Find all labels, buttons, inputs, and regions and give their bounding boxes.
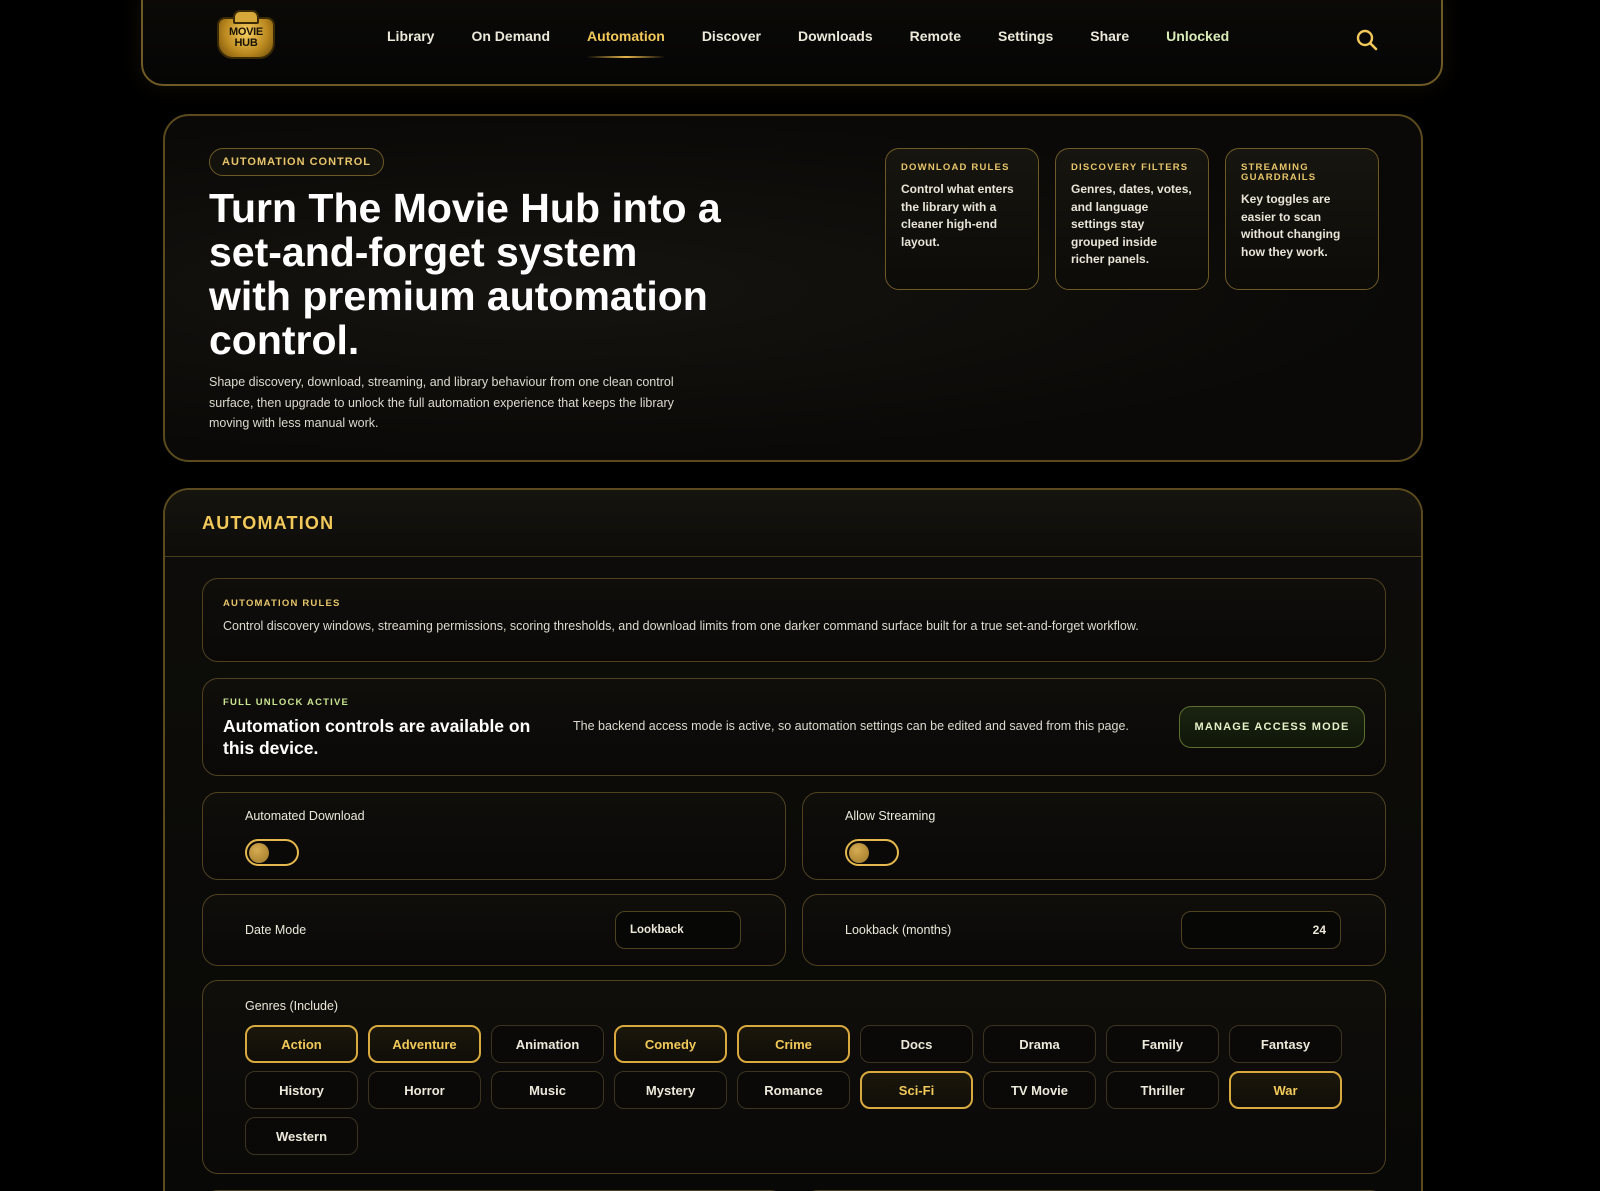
genres-include-label: Genres (Include) <box>245 999 339 1013</box>
genre-chip-mystery[interactable]: Mystery <box>614 1071 727 1109</box>
hero-section: AUTOMATION CONTROL Turn The Movie Hub in… <box>163 114 1423 462</box>
genre-chip-comedy[interactable]: Comedy <box>614 1025 727 1063</box>
nav-item-automation[interactable]: Automation <box>587 28 665 58</box>
genre-chip-music[interactable]: Music <box>491 1071 604 1109</box>
date-mode-card: Date Mode Lookback <box>202 894 786 966</box>
info-card-body: Key toggles are easier to scan without c… <box>1241 192 1341 259</box>
genre-chip-romance[interactable]: Romance <box>737 1071 850 1109</box>
genre-chip-western[interactable]: Western <box>245 1117 358 1155</box>
manage-access-mode-button[interactable]: MANAGE ACCESS MODE <box>1179 706 1365 748</box>
genre-chip-grid: Action Adventure Animation Comedy Crime Docs D… <box>245 1025 1345 1155</box>
genre-chip-horror[interactable]: Horror <box>368 1071 481 1109</box>
hero-pill: AUTOMATION CONTROL <box>209 148 384 176</box>
allow-streaming-label: Allow Streaming <box>845 809 936 823</box>
top-nav: MOVIE HUB Library On Demand Automation D… <box>141 0 1443 86</box>
allow-streaming-card: Allow Streaming <box>802 792 1386 880</box>
info-card-body: Genres, dates, votes, and language setti… <box>1071 182 1192 266</box>
nav-item-share[interactable]: Share <box>1090 28 1129 44</box>
lookback-months-input[interactable]: 24 <box>1181 911 1341 949</box>
logo-text: MOVIE HUB <box>229 26 263 49</box>
genres-include-card: Genres (Include) Action Adventure Animatio… <box>202 980 1386 1174</box>
automation-rules-card: AUTOMATION RULES Control discovery windo… <box>202 578 1386 662</box>
lookback-months-card: Lookback (months) 24 <box>802 894 1386 966</box>
nav-item-library[interactable]: Library <box>387 28 434 44</box>
automated-download-label: Automated Download <box>245 809 365 823</box>
hero-title: Turn The Movie Hub into a set-and-forget… <box>209 185 721 363</box>
genre-chip-animation[interactable]: Animation <box>491 1025 604 1063</box>
full-unlock-heading: Automation controls are available on thi… <box>223 716 531 758</box>
info-card-body: Control what enters the library with a c… <box>901 182 1014 249</box>
automated-download-card: Automated Download <box>202 792 786 880</box>
genre-chip-tv-movie[interactable]: TV Movie <box>983 1071 1096 1109</box>
lookback-months-label: Lookback (months) <box>845 923 952 937</box>
genre-chip-family[interactable]: Family <box>1106 1025 1219 1063</box>
search-icon[interactable] <box>1355 28 1379 52</box>
info-card-title: STREAMING GUARDRAILS <box>1241 162 1317 183</box>
nav-item-settings[interactable]: Settings <box>998 28 1053 44</box>
nav-links: Library On Demand Automation Discover Do… <box>387 28 1266 58</box>
nav-item-remote[interactable]: Remote <box>910 28 961 44</box>
nav-item-unlocked[interactable]: Unlocked <box>1166 28 1229 44</box>
genre-chip-war[interactable]: War <box>1229 1071 1342 1109</box>
genre-chip-adventure[interactable]: Adventure <box>368 1025 481 1063</box>
genre-chip-thriller[interactable]: Thriller <box>1106 1071 1219 1109</box>
full-unlock-card: FULL UNLOCK ACTIVE Automation controls a… <box>202 678 1386 776</box>
film-reel-icon <box>233 10 259 24</box>
date-mode-select[interactable]: Lookback <box>615 911 741 949</box>
automation-rules-caption: AUTOMATION RULES <box>223 598 341 609</box>
genre-chip-action[interactable]: Action <box>245 1025 358 1063</box>
genre-chip-drama[interactable]: Drama <box>983 1025 1096 1063</box>
hero-description: Shape discovery, download, streaming, an… <box>209 375 674 430</box>
genre-chip-history[interactable]: History <box>245 1071 358 1109</box>
allow-streaming-toggle[interactable] <box>845 839 899 866</box>
genre-chip-fantasy[interactable]: Fantasy <box>1229 1025 1342 1063</box>
info-card-title: DISCOVERY FILTERS <box>1071 162 1189 173</box>
genre-chip-sci-fi[interactable]: Sci-Fi <box>860 1071 973 1109</box>
date-mode-label: Date Mode <box>245 923 307 937</box>
toggle-knob <box>849 843 869 863</box>
info-card-title: DOWNLOAD RULES <box>901 162 1010 173</box>
toggle-knob <box>249 843 269 863</box>
info-card-streaming-guardrails: STREAMING GUARDRAILS Key toggles are eas… <box>1225 148 1379 290</box>
movie-hub-logo[interactable]: MOVIE HUB <box>215 10 277 66</box>
full-unlock-caption: FULL UNLOCK ACTIVE <box>223 697 350 708</box>
automated-download-toggle[interactable] <box>245 839 299 866</box>
automation-rules-text: Control discovery windows, streaming per… <box>223 619 1139 633</box>
nav-item-discover[interactable]: Discover <box>702 28 761 44</box>
nav-item-downloads[interactable]: Downloads <box>798 28 873 44</box>
automation-panel-header: AUTOMATION <box>165 490 1421 557</box>
genre-chip-docs[interactable]: Docs <box>860 1025 973 1063</box>
info-card-discovery-filters: DISCOVERY FILTERS Genres, dates, votes, … <box>1055 148 1209 290</box>
automation-panel-title: AUTOMATION <box>202 512 335 533</box>
genre-chip-crime[interactable]: Crime <box>737 1025 850 1063</box>
automation-panel: AUTOMATION AUTOMATION RULES Control disc… <box>163 488 1423 1191</box>
nav-item-on-demand[interactable]: On Demand <box>471 28 550 44</box>
full-unlock-description: The backend access mode is active, so au… <box>573 719 1129 733</box>
info-card-download-rules: DOWNLOAD RULES Control what enters the l… <box>885 148 1039 290</box>
